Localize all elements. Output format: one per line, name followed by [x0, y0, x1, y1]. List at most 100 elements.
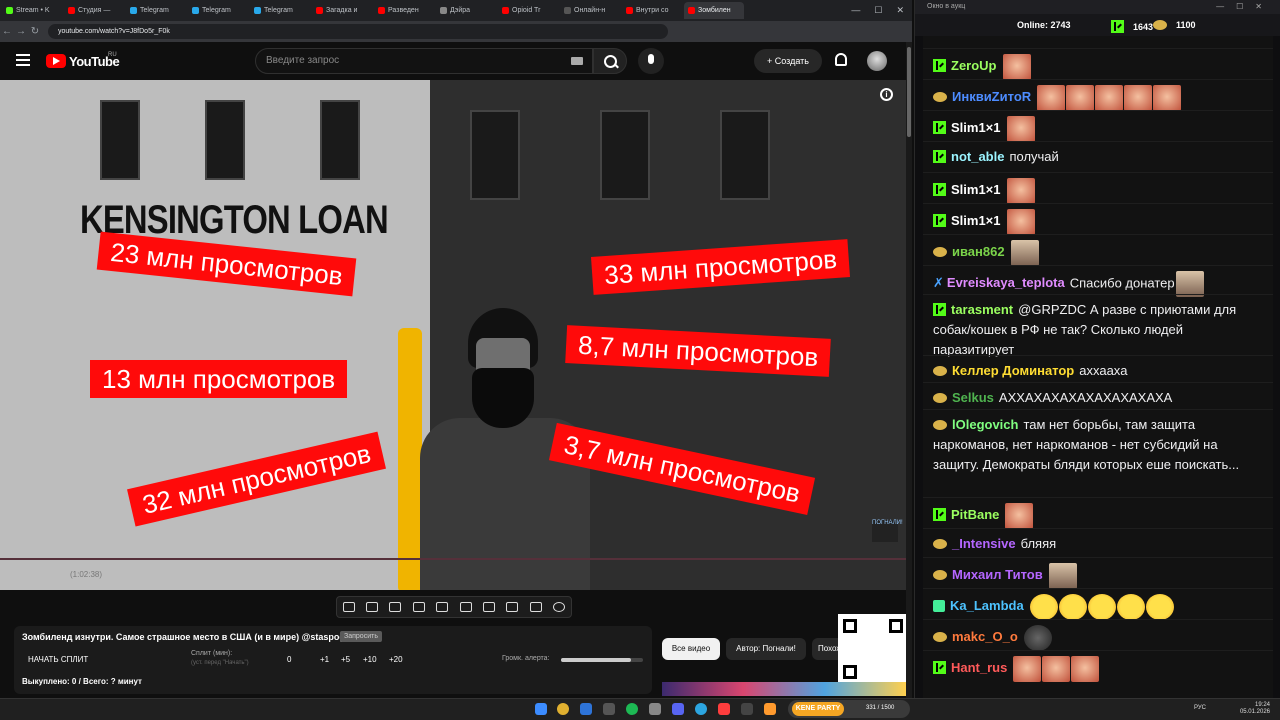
- search-input[interactable]: Введите запрос: [255, 48, 593, 74]
- start-split-button[interactable]: НАЧАТЬ СПЛИТ: [28, 655, 88, 664]
- chat-username[interactable]: ИнквиZитоR: [952, 89, 1031, 104]
- chat-username[interactable]: ZeroUp: [951, 58, 997, 73]
- window-controls[interactable]: — ☐ ✕: [851, 5, 912, 16]
- chip-all-videos[interactable]: Все видео: [662, 638, 720, 660]
- minimize-icon[interactable]: —: [851, 5, 860, 16]
- browser-tab[interactable]: Stream • K: [2, 2, 62, 19]
- channel-watermark[interactable]: ПОГНАЛИ!: [872, 520, 903, 542]
- chat-message: Slim1×1: [923, 110, 1273, 142]
- create-button[interactable]: + Создать: [754, 49, 822, 73]
- chat-username[interactable]: makc_O_o: [952, 629, 1018, 644]
- app-icon[interactable]: [649, 703, 661, 715]
- chat-username[interactable]: Slim1×1: [951, 120, 1001, 135]
- youtube-logo-icon[interactable]: [46, 54, 66, 68]
- telegram-icon[interactable]: [695, 703, 707, 715]
- picture-icon[interactable]: [436, 602, 449, 612]
- app-icon[interactable]: [603, 703, 615, 715]
- chat-username[interactable]: Hant_rus: [951, 660, 1007, 675]
- chrome-icon[interactable]: [557, 703, 569, 715]
- browser-tab[interactable]: Зомбилен: [684, 2, 744, 19]
- volume-slider[interactable]: [561, 658, 643, 662]
- chat-username[interactable]: Evreiskaya_teplota: [947, 275, 1065, 290]
- recommended-thumbnail[interactable]: [662, 682, 906, 696]
- browser-tab[interactable]: Дэйра: [436, 2, 496, 19]
- shield-badge-icon: [933, 600, 945, 613]
- app-icon[interactable]: [741, 703, 753, 715]
- browser-tab[interactable]: Загадка и: [312, 2, 372, 19]
- split-button-20[interactable]: +20: [389, 655, 403, 664]
- menu-icon[interactable]: [16, 54, 30, 66]
- split-button-0[interactable]: 0: [287, 655, 291, 664]
- browser-tab[interactable]: Внутри со: [622, 2, 682, 19]
- chat-username[interactable]: not_able: [951, 149, 1004, 164]
- reload-icon[interactable]: ↻: [28, 26, 42, 37]
- chat-username[interactable]: Михаил Титов: [952, 567, 1043, 582]
- split-button-5[interactable]: +5: [341, 655, 350, 664]
- chip-author[interactable]: Автор: Погнали!: [726, 638, 806, 660]
- broadcast-icon[interactable]: [366, 602, 379, 612]
- scrollbar-thumb[interactable]: [907, 47, 911, 137]
- chat-username[interactable]: иван862: [952, 244, 1005, 259]
- microphone-icon[interactable]: [638, 48, 664, 74]
- chat-username[interactable]: Келлер Доминатор: [952, 363, 1074, 378]
- volume-fill: [561, 658, 631, 662]
- loop-icon[interactable]: [342, 602, 355, 612]
- chat-username[interactable]: Ka_Lambda: [950, 598, 1024, 613]
- bell-icon[interactable]: [835, 53, 847, 66]
- chat-username[interactable]: PitBane: [951, 507, 999, 522]
- video-title: Зомбиленд изнутри. Самое страшное место …: [22, 632, 361, 642]
- back-icon[interactable]: ←: [0, 26, 14, 37]
- gear-icon[interactable]: [553, 602, 566, 612]
- chat-username[interactable]: Slim1×1: [951, 182, 1001, 197]
- chat-window-controls[interactable]: —☐✕: [1216, 0, 1274, 14]
- maximize-icon[interactable]: ☐: [874, 5, 882, 16]
- info-icon[interactable]: i: [880, 88, 893, 101]
- request-tag[interactable]: Запросить: [340, 631, 382, 642]
- search-button[interactable]: [593, 48, 627, 74]
- speed-icon[interactable]: [483, 602, 496, 612]
- browser-tab[interactable]: Telegram: [188, 2, 248, 19]
- film-icon[interactable]: [412, 602, 425, 612]
- kick-badge-icon: [933, 661, 946, 675]
- chat-username[interactable]: tarasment: [951, 302, 1013, 317]
- chat-username[interactable]: _Intensive: [952, 536, 1016, 551]
- app-icon[interactable]: [718, 703, 730, 715]
- browser-tab[interactable]: Telegram: [126, 2, 186, 19]
- video-player[interactable]: KENSINGTON LOAN 23 млн просмотров 33 млн…: [0, 80, 906, 590]
- browser-tab[interactable]: Opioid Tr: [498, 2, 558, 19]
- avatar[interactable]: [867, 51, 887, 71]
- chat-username[interactable]: Slim1×1: [951, 213, 1001, 228]
- screen-icon[interactable]: [389, 602, 402, 612]
- tab-favicon-icon: [688, 7, 695, 14]
- expand-icon[interactable]: [459, 602, 472, 612]
- browser-tab[interactable]: Telegram: [250, 2, 310, 19]
- discord-icon[interactable]: [672, 703, 684, 715]
- video-progress-bar[interactable]: [0, 558, 906, 560]
- camera-icon[interactable]: [529, 602, 542, 612]
- close-icon[interactable]: ✕: [896, 5, 904, 16]
- browser-tab[interactable]: Студия —: [64, 2, 124, 19]
- kene-widget[interactable]: KENE PARTY 331 / 1500: [788, 700, 910, 718]
- explorer-icon[interactable]: [580, 703, 592, 715]
- coin-icon: [1153, 20, 1167, 30]
- clock[interactable]: 19:24 05.01.2026: [1240, 702, 1270, 716]
- add-icon[interactable]: [506, 602, 519, 612]
- forward-icon[interactable]: →: [14, 26, 28, 37]
- clock-date: 05.01.2026: [1239, 709, 1270, 715]
- chat-username[interactable]: lOlegovich: [952, 417, 1018, 432]
- split-button-1[interactable]: +1: [320, 655, 329, 664]
- browser-tab[interactable]: Онлайн-н: [560, 2, 620, 19]
- chat-messages[interactable]: ZeroUp ИнквиZитоR Slim1×1 not_able получай Sl…: [923, 36, 1273, 698]
- split-button-10[interactable]: +10: [363, 655, 377, 664]
- start-icon[interactable]: [535, 703, 547, 715]
- spotify-icon[interactable]: [626, 703, 638, 715]
- keyboard-icon[interactable]: [571, 57, 583, 65]
- browser-tab[interactable]: Разведен: [374, 2, 434, 19]
- chat-username[interactable]: Selkus: [952, 390, 994, 405]
- scrollbar[interactable]: [906, 42, 912, 698]
- yellow-stripe: [398, 328, 422, 590]
- url-field[interactable]: youtube.com/watch?v=J8fDo5r_F0k: [48, 24, 668, 39]
- language-indicator[interactable]: РУС: [1194, 705, 1206, 711]
- emote-icon: [1042, 656, 1071, 682]
- app-icon[interactable]: [764, 703, 776, 715]
